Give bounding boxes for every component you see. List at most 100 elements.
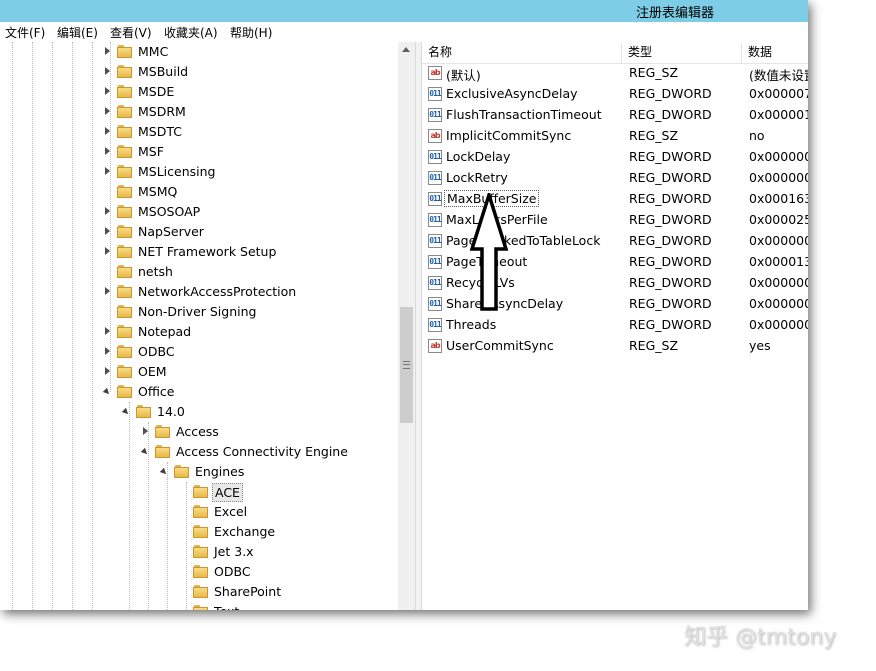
tree-node[interactable]: Exchange [180,522,397,542]
tree-node[interactable]: MSF [104,142,397,162]
value-name: ImplicitCommitSync [446,128,572,143]
tree-node[interactable]: MSOSOAP [104,202,397,222]
tree-node-label: MSMQ [138,184,178,199]
value-row[interactable]: 011 LockRetry REG_DWORD 0x00000014 [422,168,808,189]
tree-guide-line [72,42,73,610]
value-type: REG_DWORD [629,233,712,248]
column-data-header[interactable]: 数据 [742,42,808,63]
tree-node[interactable]: Non-Driver Signing [104,302,397,322]
expand-arrow-icon[interactable] [105,127,110,135]
tree-node[interactable]: Access [142,422,397,442]
tree-guide-line [52,42,53,610]
value-data: 0x000007d0 [749,86,808,101]
value-row[interactable]: 011 Threads REG_DWORD 0x00000003 (3) [422,315,808,336]
folder-icon [117,365,133,378]
value-row[interactable]: 011 LockDelay REG_DWORD 0x00000064 [422,147,808,168]
expand-arrow-icon[interactable] [105,287,110,295]
folder-icon [117,65,133,78]
grip-icon [403,361,410,369]
expand-arrow-icon[interactable] [105,67,110,75]
folder-icon [174,465,190,478]
tree-node[interactable]: MSBuild [104,62,397,82]
tree-node-label: 14.0 [157,404,185,419]
expand-arrow-icon[interactable] [105,367,110,375]
collapse-arrow-icon[interactable] [121,407,131,417]
collapse-arrow-icon[interactable] [140,447,150,457]
menu-favorites[interactable]: 收藏夹(A) [164,24,218,41]
expand-arrow-icon[interactable] [105,87,110,95]
tree-node[interactable]: Excel [180,502,397,522]
tree-node[interactable]: MSDTC [104,122,397,142]
expand-arrow-icon[interactable] [105,347,110,355]
expand-arrow-icon[interactable] [105,147,110,155]
expand-arrow-icon[interactable] [105,107,110,115]
tree-node[interactable]: NetworkAccessProtection [104,282,397,302]
collapse-arrow-icon[interactable] [159,467,169,477]
collapse-arrow-icon[interactable] [102,387,112,397]
tree-scrollbar[interactable] [398,42,415,610]
folder-icon [193,605,209,610]
tree-node-label: Notepad [138,324,192,339]
value-row[interactable]: 011 FlushTransactionTimeout REG_DWORD 0x000… [422,105,808,126]
tree-node[interactable]: NET Framework Setup [104,242,397,262]
tree-node-label: netsh [138,264,173,279]
value-type: REG_DWORD [629,254,712,269]
key-tree[interactable]: MMC MSBuild MSDE MSDRM MSDTC MSF MSLicensing MS… [0,42,397,610]
tree-node[interactable]: Engines [159,462,397,482]
value-row[interactable]: ab (默认) REG_SZ (数值未设置) [422,63,808,84]
scroll-up-arrow-icon[interactable] [402,47,410,52]
tree-node[interactable]: Access Connectivity Engine [140,442,397,462]
folder-icon [117,285,133,298]
expand-arrow-icon[interactable] [105,247,110,255]
tree-node[interactable]: MSLicensing [104,162,397,182]
value-type: REG_SZ [629,338,679,353]
value-row[interactable]: ab ImplicitCommitSync REG_SZ no [422,126,808,147]
expand-arrow-icon[interactable] [105,47,110,55]
menu-view[interactable]: 查看(V) [110,24,152,41]
tree-node[interactable]: MSDRM [104,102,397,122]
tree-node[interactable]: MSDE [104,82,397,102]
tree-node[interactable]: ODBC [104,342,397,362]
value-data: (数值未设置) [749,68,808,83]
tree-node-label: Jet 3.x [214,544,254,559]
expand-arrow-icon[interactable] [143,427,148,435]
tree-node[interactable]: Text [180,602,397,610]
menu-edit[interactable]: 编辑(E) [57,24,98,41]
tree-node[interactable]: ODBC [180,562,397,582]
tree-node[interactable]: Jet 3.x [180,542,397,562]
tree-node[interactable]: MSMQ [104,182,397,202]
tree-node[interactable]: netsh [104,262,397,282]
folder-icon [117,125,133,138]
tree-node[interactable]: NapServer [104,222,397,242]
tree-node[interactable]: Notepad [104,322,397,342]
tree-node[interactable]: SharePoint [180,582,397,602]
string-value-icon: ab [428,339,442,353]
tree-node[interactable]: ACE [180,482,397,502]
value-row[interactable]: 011 ExclusiveAsyncDelay REG_DWORD 0x000007d… [422,84,808,105]
column-name-header[interactable]: 名称 [422,42,622,63]
value-row[interactable]: ab UserCommitSync REG_SZ yes [422,336,808,357]
expand-arrow-icon[interactable] [105,207,110,215]
tree-node-label: NET Framework Setup [138,244,277,259]
tree-node[interactable]: Office [102,382,397,402]
menu-file[interactable]: 文件(F) [5,24,45,41]
folder-icon [193,485,209,498]
tree-node-label: Non-Driver Signing [138,304,257,319]
value-data: no [749,128,765,143]
expand-arrow-icon[interactable] [105,227,110,235]
tree-node[interactable]: 14.0 [121,402,397,422]
window-title: 注册表编辑器 [636,6,715,21]
folder-icon [155,425,171,438]
expand-arrow-icon[interactable] [105,167,110,175]
tree-node[interactable]: OEM [104,362,397,382]
pane-splitter[interactable] [415,42,422,610]
tree-guide-line [129,402,130,610]
tree-node-label: MSBuild [138,64,189,79]
column-type-header[interactable]: 类型 [622,42,742,63]
expand-arrow-icon[interactable] [105,327,110,335]
folder-icon [193,525,209,538]
tree-node[interactable]: MMC [104,42,397,62]
menu-help[interactable]: 帮助(H) [230,24,272,41]
scroll-thumb[interactable] [400,307,413,423]
value-list[interactable]: 名称 类型 数据 ab (默认) REG_SZ (数值未设置) 011 Exclusive… [422,42,808,610]
